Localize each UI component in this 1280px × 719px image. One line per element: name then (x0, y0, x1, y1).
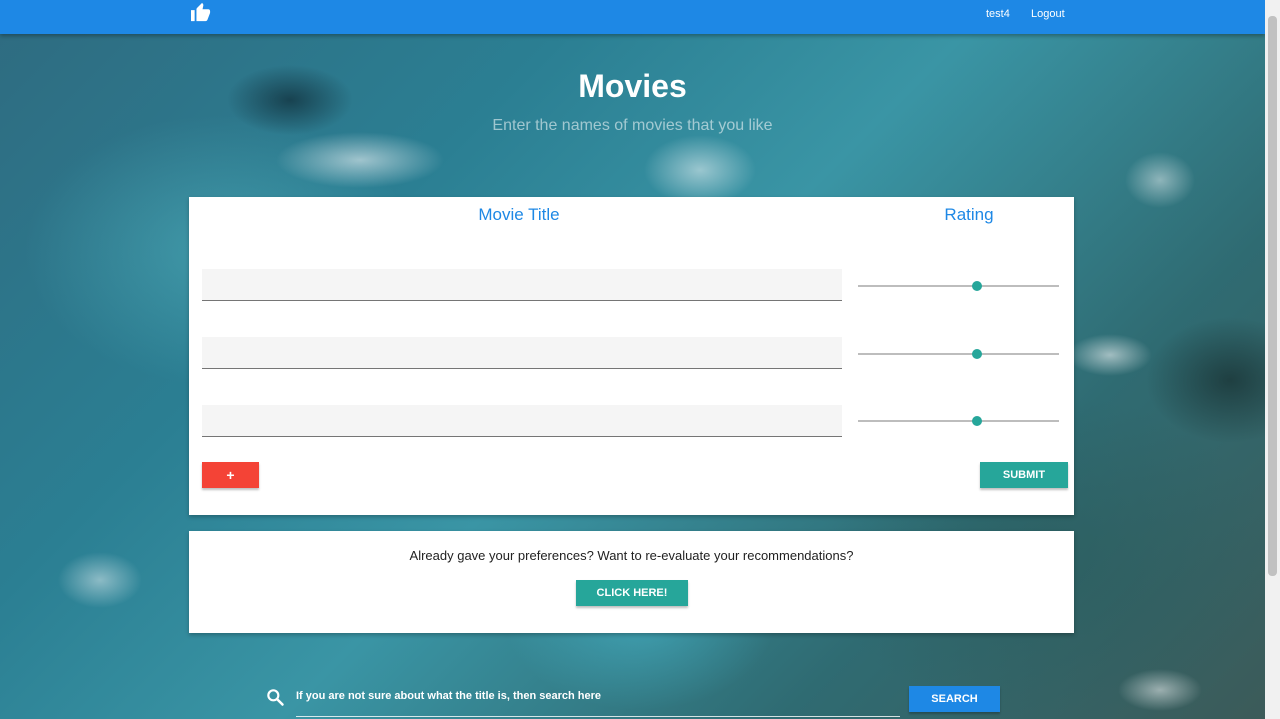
movie-title-input-2[interactable] (202, 337, 842, 369)
slider-track (858, 353, 1059, 355)
scrollbar-thumb[interactable] (1268, 16, 1277, 576)
page-scrollbar[interactable] (1265, 0, 1280, 719)
movie-title-header: Movie Title (478, 205, 560, 224)
slider-thumb[interactable] (971, 281, 982, 291)
movie-title-input-3[interactable] (202, 405, 842, 437)
reevaluate-card: Already gave your preferences? Want to r… (189, 531, 1074, 633)
add-row-button[interactable]: + (202, 462, 259, 488)
search-button[interactable]: SEARCH (909, 686, 1000, 712)
slider-thumb[interactable] (971, 416, 982, 426)
thumbs-up-icon[interactable] (190, 2, 212, 22)
submit-button[interactable]: SUBMIT (980, 462, 1068, 488)
reevaluate-question: Already gave your preferences? Want to r… (409, 548, 854, 563)
slider-track (858, 285, 1059, 287)
search-underline (296, 716, 900, 717)
rating-slider-2[interactable] (858, 348, 1059, 360)
username-link[interactable]: test4 (986, 8, 1010, 20)
rating-slider-3[interactable] (858, 415, 1059, 427)
movie-entry-card: Movie Title Rating + SUBMIT (189, 197, 1074, 515)
movie-title-input-1[interactable] (202, 269, 842, 301)
search-icon (267, 689, 284, 706)
page-title: Movies (578, 68, 687, 104)
slider-track (858, 420, 1059, 422)
top-nav-bar: test4 Logout (0, 0, 1265, 34)
search-input[interactable] (296, 683, 900, 709)
page-subtitle: Enter the names of movies that you like (492, 117, 773, 134)
rating-header: Rating (944, 205, 994, 224)
slider-thumb[interactable] (971, 349, 982, 359)
logout-link[interactable]: Logout (1031, 8, 1065, 20)
rating-slider-1[interactable] (858, 280, 1059, 292)
click-here-button[interactable]: CLICK HERE! (576, 580, 688, 606)
